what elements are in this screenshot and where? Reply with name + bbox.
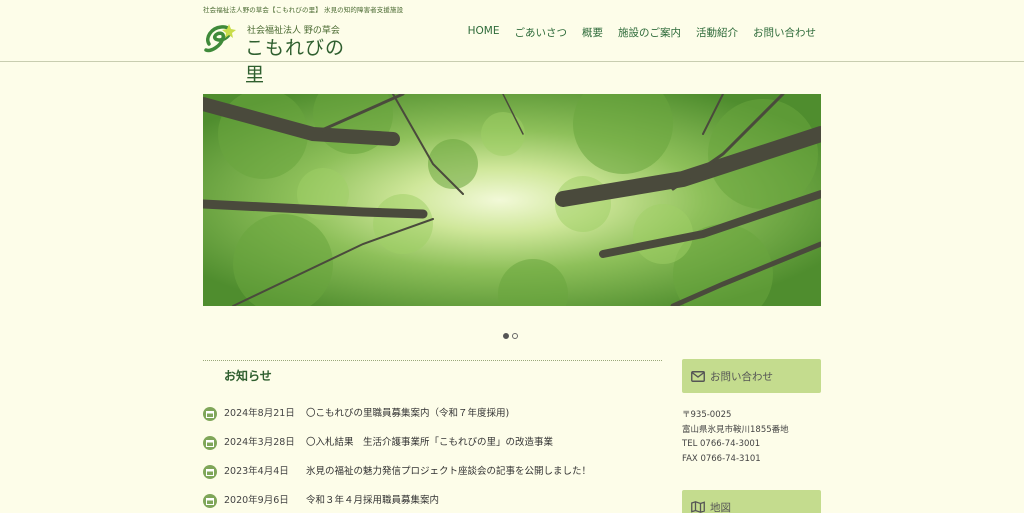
news-item[interactable]: 2020年9月6日 令和３年４月採用職員募集案内 [203, 493, 663, 513]
nav-item-home[interactable]: HOME [468, 25, 500, 40]
calendar-icon [203, 465, 217, 479]
news-heading: お知らせ [224, 369, 272, 383]
slider-dots [503, 333, 518, 339]
contact-label: お問い合わせ [710, 370, 773, 383]
slider-dot-2[interactable] [512, 333, 518, 339]
nav-item-facilities[interactable]: 施設のご案内 [618, 25, 681, 40]
slider-dot-1[interactable] [503, 333, 509, 339]
site-logo[interactable]: 社会福祉法人 野の草会 こもれびの里 [203, 20, 363, 86]
news-item[interactable]: 2024年8月21日 〇こもれびの里職員募集案内（令和７年度採用) [203, 406, 663, 435]
nav-item-greeting[interactable]: ごあいさつ [515, 25, 568, 40]
news-link[interactable]: 令和３年４月採用職員募集案内 [306, 493, 439, 509]
address-block: 〒935-0025 富山県氷見市鞍川1855番地 TEL 0766-74-300… [682, 408, 789, 466]
news-date: 2024年8月21日 [224, 408, 295, 419]
news-list: 2024年8月21日 〇こもれびの里職員募集案内（令和７年度採用) 2024年3… [203, 406, 663, 513]
news-date: 2023年4月4日 [224, 466, 289, 477]
news-link[interactable]: 〇入札結果 生活介護事業所「こもれびの里」の改造事業 [306, 435, 553, 451]
nav-item-overview[interactable]: 概要 [582, 25, 603, 40]
site-name: こもれびの里 [245, 37, 346, 86]
main-nav: HOME ごあいさつ 概要 施設のご案内 活動紹介 お問い合わせ [468, 25, 816, 40]
news-item[interactable]: 2023年4月4日 氷見の福祉の魅力発信プロジェクト座談会の記事を公開しました！ [203, 464, 663, 493]
fax-number: FAX 0766-74-3101 [682, 453, 761, 464]
hero-slider-image [203, 94, 821, 306]
news-date: 2024年3月28日 [224, 437, 295, 448]
phone-number: TEL 0766-74-3001 [682, 439, 761, 449]
postal-code: 〒935-0025 [682, 410, 732, 420]
map-icon [691, 501, 705, 513]
calendar-icon [203, 436, 217, 450]
site-tagline: 社会福祉法人野の草会【こもれびの里】 氷見の知的障害者支援施設 [203, 6, 404, 14]
map-button[interactable]: 地図 [682, 490, 821, 513]
calendar-icon [203, 494, 217, 508]
street-address: 富山県氷見市鞍川1855番地 [682, 424, 789, 435]
news-item[interactable]: 2024年3月28日 〇入札結果 生活介護事業所「こもれびの里」の改造事業 [203, 435, 663, 464]
header-divider [0, 61, 1024, 62]
nav-item-activities[interactable]: 活動紹介 [696, 25, 738, 40]
news-link[interactable]: 氷見の福祉の魅力発信プロジェクト座談会の記事を公開しました！ [306, 464, 591, 480]
contact-button[interactable]: お問い合わせ [682, 359, 821, 393]
nav-item-contact[interactable]: お問い合わせ [753, 25, 816, 40]
logo-mark-icon [204, 24, 236, 53]
calendar-icon [203, 407, 217, 421]
news-date: 2020年9月6日 [224, 495, 289, 506]
envelope-icon [691, 370, 705, 382]
news-divider [203, 360, 662, 361]
map-label: 地図 [710, 501, 731, 513]
news-link[interactable]: 〇こもれびの里職員募集案内（令和７年度採用) [306, 406, 509, 422]
